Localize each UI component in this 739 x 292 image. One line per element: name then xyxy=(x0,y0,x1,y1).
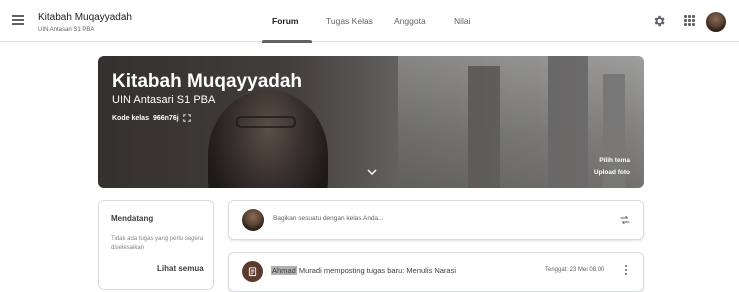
class-section: UIN Antasari S1 PBA xyxy=(38,27,95,33)
select-theme-link[interactable]: Pilih tema xyxy=(599,157,630,164)
menu-icon[interactable] xyxy=(12,15,24,25)
upcoming-empty-text: Tidak ada tugas yang perlu segera disele… xyxy=(111,236,204,251)
class-tabs: Forum Tugas Kelas Anggota Nilai xyxy=(262,0,484,43)
tab-anggota[interactable]: Anggota xyxy=(394,0,442,42)
top-app-bar: Kitabah Muqayyadah UIN Antasari S1 PBA F… xyxy=(0,0,739,43)
banner-title: Kitabah Muqayyadah xyxy=(112,71,303,92)
assignment-icon xyxy=(242,261,263,282)
share-box[interactable]: Bagikan sesuatu dengan kelas Anda... xyxy=(228,200,644,240)
apps-grid-icon[interactable] xyxy=(684,15,695,26)
class-code-label: Kode kelas xyxy=(112,114,149,122)
stream-post[interactable]: Ahmad Muradi memposting tugas baru: Menu… xyxy=(228,252,644,292)
upcoming-card: Mendatang Tidak ada tugas yang perlu seg… xyxy=(98,200,214,290)
class-banner: Kitabah Muqayyadah UIN Antasari S1 PBA K… xyxy=(98,56,644,188)
tab-nilai[interactable]: Nilai xyxy=(454,0,484,42)
avatar[interactable] xyxy=(706,12,726,32)
post-author-highlight: Ahmad xyxy=(271,266,297,275)
gear-icon[interactable] xyxy=(652,14,666,28)
upcoming-title: Mendatang xyxy=(111,214,154,223)
class-name[interactable]: Kitabah Muqayyadah xyxy=(38,12,132,23)
tab-forum[interactable]: Forum xyxy=(262,0,312,43)
post-text-rest: Muradi memposting tugas baru: Menulis Na… xyxy=(296,266,457,275)
share-input[interactable]: Bagikan sesuatu dengan kelas Anda... xyxy=(273,215,384,222)
banner-subtitle: UIN Antasari S1 PBA xyxy=(112,94,216,106)
assignment-glyph-icon xyxy=(248,267,257,277)
more-vert-icon[interactable] xyxy=(623,263,629,277)
tab-tugas-kelas[interactable]: Tugas Kelas xyxy=(326,0,382,42)
chevron-down-icon[interactable] xyxy=(367,168,377,176)
repost-icon[interactable] xyxy=(619,214,631,226)
view-all-link[interactable]: Lihat semua xyxy=(157,264,204,273)
post-text[interactable]: Ahmad Muradi memposting tugas baru: Menu… xyxy=(271,266,456,275)
post-due-date: Tenggat: 23 Mei 08.00 xyxy=(545,267,605,273)
class-code-value: 966n76j xyxy=(152,114,179,122)
class-code: Kode kelas 966n76j xyxy=(112,114,191,122)
upload-photo-link[interactable]: Upload foto xyxy=(594,169,630,176)
fullscreen-icon[interactable] xyxy=(182,114,191,122)
avatar xyxy=(242,209,264,231)
